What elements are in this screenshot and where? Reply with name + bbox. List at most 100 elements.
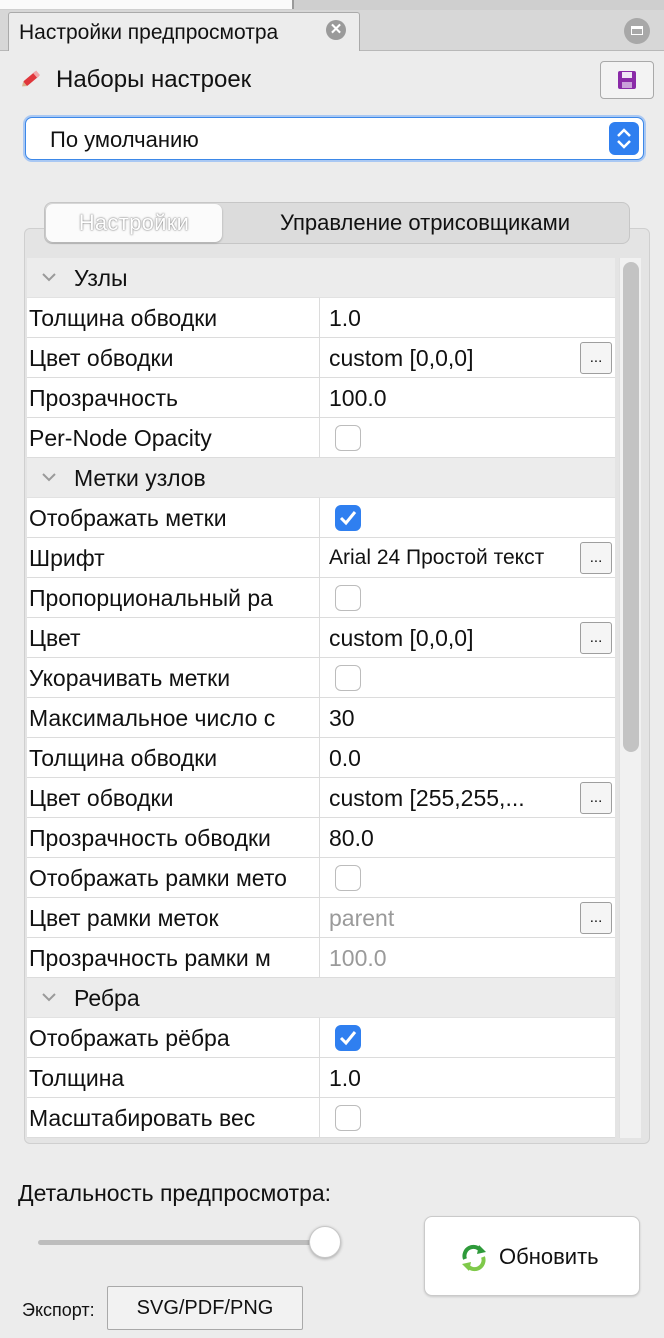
- maximize-icon[interactable]: [624, 18, 650, 44]
- property-value-field[interactable]: custom [0,0,0]...: [320, 338, 615, 377]
- preview-detail-label: Детальность предпросмотра:: [18, 1180, 332, 1206]
- tab-renderers-label: Управление отрисовщиками: [279, 210, 571, 235]
- close-icon[interactable]: ✕: [326, 20, 346, 40]
- property-value-field[interactable]: 80.0: [320, 818, 615, 857]
- detail-slider-handle[interactable]: [308, 1226, 341, 1258]
- category-label: Узлы: [74, 265, 128, 291]
- property-value: 100.0: [329, 385, 387, 411]
- category-label: Метки узлов: [74, 465, 206, 491]
- property-row: Толщина 1.0: [27, 1058, 615, 1098]
- preset-select-value: По умолчанию: [50, 127, 199, 152]
- property-value-field[interactable]: 100.0: [320, 378, 615, 417]
- property-name: Прозрачность обводки: [29, 825, 271, 851]
- property-name: Отображать рамки мето: [29, 865, 287, 891]
- refresh-button-label: Обновить: [499, 1244, 599, 1269]
- property-value: 100.0: [329, 945, 387, 971]
- tab-renderers[interactable]: Управление отрисовщиками: [222, 204, 628, 242]
- property-name: Цвет обводки: [29, 785, 174, 811]
- show-labels-checkbox[interactable]: [335, 505, 361, 531]
- edit-color-button[interactable]: ...: [580, 782, 612, 814]
- scrollbar-thumb[interactable]: [623, 262, 639, 752]
- property-value: 1.0: [329, 1065, 361, 1091]
- property-row: Отображать метки: [27, 498, 615, 538]
- save-icon: [618, 71, 636, 89]
- property-value-field[interactable]: 100.0: [320, 938, 615, 977]
- property-row: Цвет обводки custom [255,255,......: [27, 778, 615, 818]
- category-edges[interactable]: Ребра: [27, 978, 615, 1018]
- property-row: Толщина обводки 0.0: [27, 738, 615, 778]
- refresh-button[interactable]: Обновить: [424, 1216, 640, 1296]
- refresh-icon: [462, 1244, 486, 1272]
- property-value-field[interactable]: 1.0: [320, 298, 615, 337]
- property-value-field[interactable]: 0.0: [320, 738, 615, 777]
- chevron-updown-icon: [609, 122, 639, 155]
- edit-color-button[interactable]: ...: [580, 342, 612, 374]
- checkmark-icon: [339, 1031, 357, 1046]
- proportional-size-checkbox[interactable]: [335, 585, 361, 611]
- category-nodes[interactable]: Узлы: [27, 258, 615, 298]
- property-value-field[interactable]: 30: [320, 698, 615, 737]
- shorten-labels-checkbox[interactable]: [335, 665, 361, 691]
- property-name: Per-Node Opacity: [29, 425, 212, 451]
- edit-color-button[interactable]: ...: [580, 902, 612, 934]
- property-row: Прозрачность 100.0: [27, 378, 615, 418]
- chevron-down-icon: [42, 993, 56, 1002]
- property-row: Отображать рёбра: [27, 1018, 615, 1058]
- property-value: 1.0: [329, 305, 361, 331]
- property-value-field[interactable]: parent...: [320, 898, 615, 937]
- property-row: Прозрачность обводки 80.0: [27, 818, 615, 858]
- tab-settings-label: Настройки: [78, 210, 190, 235]
- property-value-field[interactable]: Arial 24 Простой текст...: [320, 538, 615, 577]
- property-row: Масштабировать вес: [27, 1098, 615, 1138]
- property-value: Arial 24 Простой текст: [329, 546, 545, 569]
- property-row: Цвет обводки custom [0,0,0]...: [27, 338, 615, 378]
- category-node-labels[interactable]: Метки узлов: [27, 458, 615, 498]
- property-value: 30: [329, 705, 355, 731]
- property-name: Цвет обводки: [29, 345, 174, 371]
- edit-color-button[interactable]: ...: [580, 622, 612, 654]
- edit-font-button[interactable]: ...: [580, 542, 612, 574]
- save-preset-button[interactable]: [600, 61, 654, 99]
- property-value: parent: [329, 905, 395, 931]
- tab-title: Настройки предпросмотра: [19, 21, 279, 44]
- property-row: Пропорциональный ра: [27, 578, 615, 618]
- property-row: Укорачивать метки: [27, 658, 615, 698]
- chevron-down-icon: [42, 273, 56, 282]
- per-node-opacity-checkbox[interactable]: [335, 425, 361, 451]
- property-row: Цвет custom [0,0,0]...: [27, 618, 615, 658]
- property-row: Шрифт Arial 24 Простой текст...: [27, 538, 615, 578]
- property-name: Отображать рёбра: [29, 1025, 230, 1051]
- property-row: Максимальное число с 30: [27, 698, 615, 738]
- property-name: Толщина обводки: [29, 305, 218, 331]
- property-value: 0.0: [329, 745, 361, 771]
- property-name: Толщина обводки: [29, 745, 218, 771]
- property-name: Укорачивать метки: [29, 665, 231, 691]
- export-label: Экспорт:: [22, 1300, 95, 1320]
- property-row: Прозрачность рамки м 100.0: [27, 938, 615, 978]
- preset-select[interactable]: По умолчанию: [25, 117, 644, 160]
- detail-slider-track[interactable]: [38, 1240, 340, 1245]
- property-row: Per-Node Opacity: [27, 418, 615, 458]
- property-value: custom [255,255,...: [329, 785, 525, 811]
- property-name: Толщина: [29, 1065, 125, 1091]
- property-name: Цвет рамки меток: [29, 905, 219, 931]
- category-label: Ребра: [74, 985, 140, 1011]
- export-button[interactable]: SVG/PDF/PNG: [107, 1286, 303, 1330]
- property-value-field[interactable]: custom [255,255,......: [320, 778, 615, 817]
- property-value: custom [0,0,0]: [329, 625, 474, 651]
- property-row: Толщина обводки 1.0: [27, 298, 615, 338]
- window-top-edge: [0, 0, 664, 10]
- property-name: Цвет: [29, 625, 81, 651]
- rescale-weight-checkbox[interactable]: [335, 1105, 361, 1131]
- property-name: Прозрачность: [29, 385, 178, 411]
- property-value-field[interactable]: 1.0: [320, 1058, 615, 1097]
- checkmark-icon: [339, 511, 357, 526]
- property-value-field[interactable]: custom [0,0,0]...: [320, 618, 615, 657]
- tab-preview-settings[interactable]: Настройки предпросмотра: [8, 12, 360, 51]
- show-label-box-checkbox[interactable]: [335, 865, 361, 891]
- property-name: Масштабировать вес: [29, 1105, 256, 1131]
- show-edges-checkbox[interactable]: [335, 1025, 361, 1051]
- property-name: Шрифт: [29, 545, 105, 571]
- tab-settings[interactable]: Настройки: [46, 204, 222, 242]
- property-name: Прозрачность рамки м: [29, 945, 271, 971]
